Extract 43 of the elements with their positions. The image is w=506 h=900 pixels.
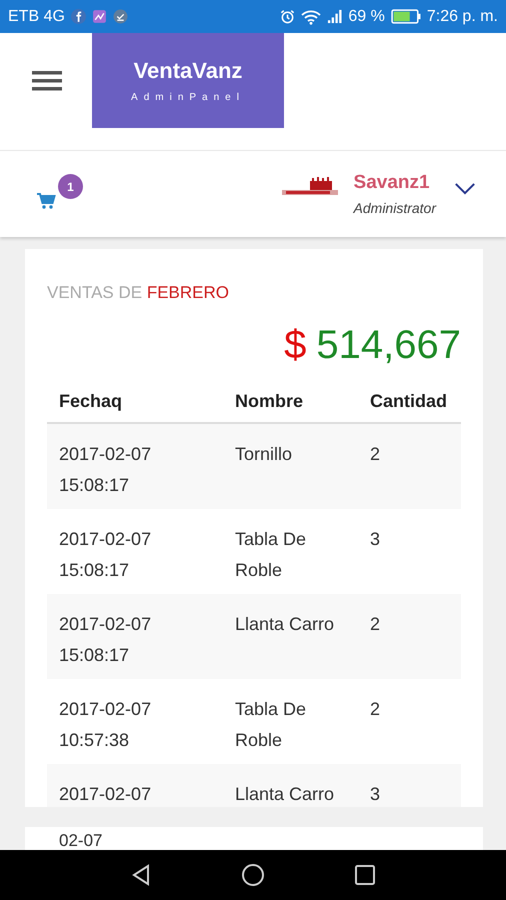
table-cell-text: Llanta Carro	[234, 783, 336, 806]
table-cell-text: 2	[369, 698, 382, 721]
sales-total: 514,667	[316, 323, 461, 368]
column-header: Fechaq	[58, 390, 124, 412]
column-header: Nombre	[234, 390, 304, 412]
battery-percent: 69 %	[348, 8, 385, 26]
wifi-icon	[301, 8, 322, 24]
table-cell-text: 2017-02-07 10:57:38	[58, 698, 152, 752]
user-name: Savanz1	[354, 172, 431, 194]
app-icon	[92, 9, 107, 24]
table-cell-text: Tabla De Roble	[234, 528, 308, 582]
carrier-label: ETB 4G	[8, 8, 65, 26]
check-icon	[112, 9, 128, 24]
menu-icon[interactable]	[32, 69, 62, 93]
recents-icon[interactable]	[353, 863, 377, 887]
user-role: Administrator	[354, 200, 436, 216]
table-cell-text: 2017-02-07 15:08:17	[58, 443, 152, 497]
table-cell-text: 2017-02-07 15:08:17	[58, 528, 152, 582]
cart-icon[interactable]	[36, 192, 56, 210]
table-cell-text: 3	[369, 528, 382, 551]
table-cell: 02-07	[59, 831, 102, 850]
home-icon[interactable]	[241, 863, 265, 887]
table-cell-text: Llanta Carro	[234, 613, 336, 636]
table-cell-text: Tornillo	[234, 443, 294, 466]
facebook-icon	[70, 9, 86, 24]
battery-icon	[390, 9, 421, 24]
brand-subtitle: AdminPanel	[131, 92, 245, 103]
signal-icon	[327, 9, 342, 24]
brand-name: VentaVanz	[134, 58, 242, 84]
brand-logo[interactable]: VentaVanz AdminPanel	[92, 33, 284, 128]
column-header: Cantidad	[369, 390, 448, 412]
chevron-down-icon[interactable]	[454, 182, 476, 194]
table-cell-text: 2	[369, 613, 382, 636]
alarm-icon	[280, 9, 296, 24]
table-cell-text: 3	[369, 783, 382, 806]
table-cell-text: Tabla De Roble	[234, 698, 308, 752]
cart-count-badge: 1	[58, 174, 83, 199]
table-cell-text: 2017-02-07 15:08:17	[58, 613, 152, 667]
currency-symbol: $	[284, 323, 306, 368]
table-cell-text: 2017-02-07	[58, 783, 152, 806]
sales-title: VENTAS DE FEBRERO	[47, 283, 230, 303]
clock-time: 7:26 p. m.	[426, 8, 498, 26]
table-cell-text: 2	[369, 443, 382, 466]
